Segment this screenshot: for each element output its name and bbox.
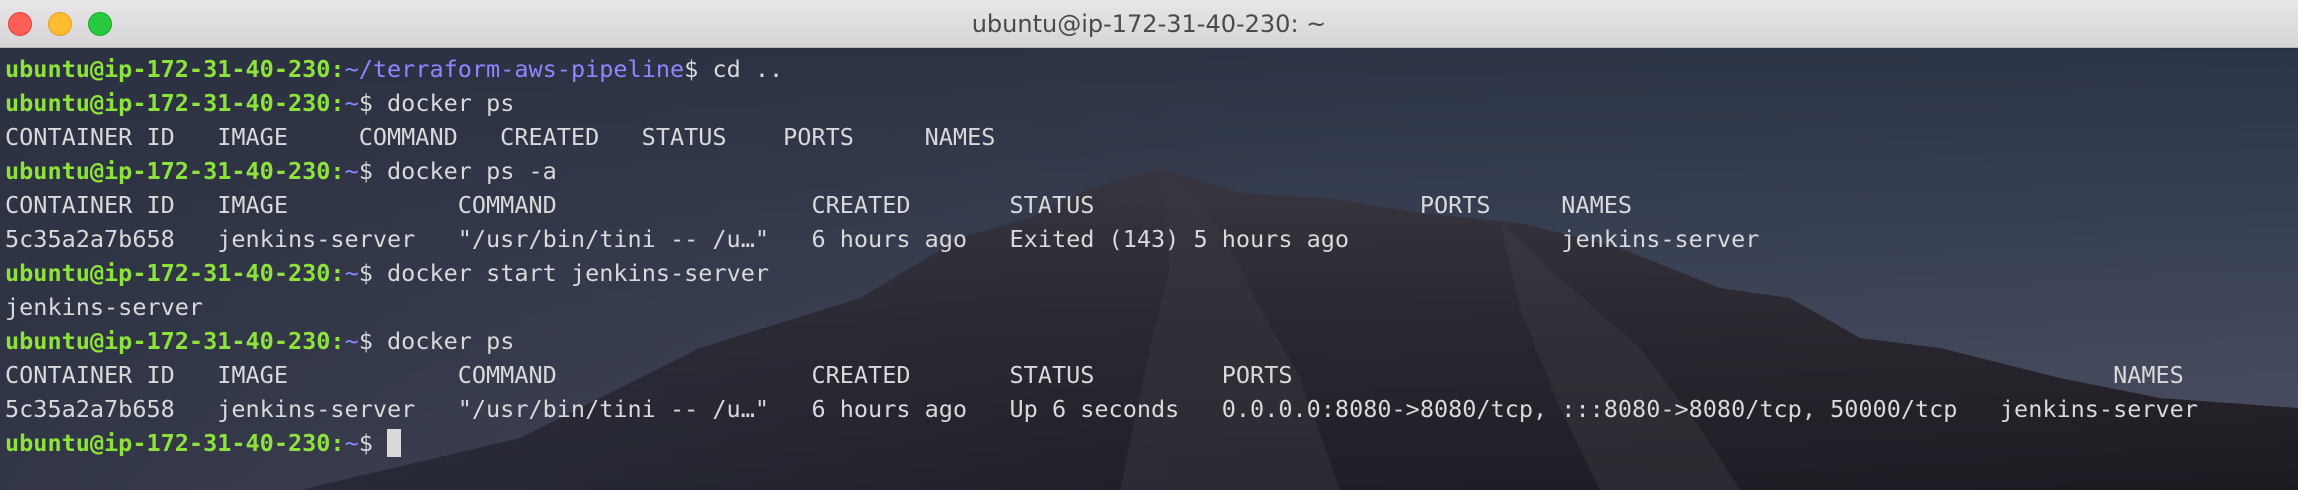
prompt-line: ubuntu@ip-172-31-40-230:~$ docker ps -a [5, 154, 2198, 188]
output-text: CONTAINER ID IMAGE COMMAND CREATED STATU… [5, 361, 2184, 389]
prompt-line: ubuntu@ip-172-31-40-230:~$ [5, 426, 2198, 460]
prompt-symbol: $ [358, 429, 388, 457]
command-text: docker ps [387, 89, 515, 117]
prompt-line: ubuntu@ip-172-31-40-230:~$ docker ps [5, 86, 2198, 120]
prompt-separator: : [330, 327, 345, 355]
command-text: docker start jenkins-server [387, 259, 770, 287]
prompt-line: ubuntu@ip-172-31-40-230:~$ docker start … [5, 256, 2198, 290]
output-line: CONTAINER ID IMAGE COMMAND CREATED STATU… [5, 120, 2198, 154]
command-text: docker ps -a [387, 157, 557, 185]
output-line: jenkins-server [5, 290, 2198, 324]
prompt-user: ubuntu@ip-172-31-40-230 [5, 429, 331, 457]
prompt-path: ~ [344, 89, 359, 117]
window-title: ubuntu@ip-172-31-40-230: ~ [971, 10, 1327, 38]
prompt-user: ubuntu@ip-172-31-40-230 [5, 55, 331, 83]
prompt-symbol: $ [358, 89, 388, 117]
command-text: cd .. [712, 55, 784, 83]
output-text: 5c35a2a7b658 jenkins-server "/usr/bin/ti… [5, 225, 1760, 253]
terminal-window: ubuntu@ip-172-31-40-230: ~ ubuntu@ip-172… [0, 0, 2298, 490]
prompt-path: ~ [344, 429, 359, 457]
output-text: 5c35a2a7b658 jenkins-server "/usr/bin/ti… [5, 395, 2198, 423]
prompt-user: ubuntu@ip-172-31-40-230 [5, 157, 331, 185]
output-text: CONTAINER ID IMAGE COMMAND CREATED STATU… [5, 191, 1633, 219]
output-line: 5c35a2a7b658 jenkins-server "/usr/bin/ti… [5, 392, 2198, 426]
prompt-user: ubuntu@ip-172-31-40-230 [5, 259, 331, 287]
output-line: CONTAINER ID IMAGE COMMAND CREATED STATU… [5, 358, 2198, 392]
output-text: jenkins-server [5, 293, 204, 321]
command-text: docker ps [387, 327, 515, 355]
prompt-user: ubuntu@ip-172-31-40-230 [5, 327, 331, 355]
prompt-separator: : [330, 55, 345, 83]
output-line: CONTAINER ID IMAGE COMMAND CREATED STATU… [5, 188, 2198, 222]
prompt-line: ubuntu@ip-172-31-40-230:~$ docker ps [5, 324, 2198, 358]
prompt-separator: : [330, 259, 345, 287]
prompt-line: ubuntu@ip-172-31-40-230:~/terraform-aws-… [5, 52, 2198, 86]
prompt-separator: : [330, 89, 345, 117]
output-text: CONTAINER ID IMAGE COMMAND CREATED STATU… [5, 123, 996, 151]
terminal-cursor[interactable] [387, 429, 402, 457]
prompt-symbol: $ [358, 327, 388, 355]
prompt-separator: : [330, 157, 345, 185]
prompt-symbol: $ [358, 157, 388, 185]
terminal-output[interactable]: ubuntu@ip-172-31-40-230:~/terraform-aws-… [5, 52, 2198, 460]
prompt-user: ubuntu@ip-172-31-40-230 [5, 89, 331, 117]
prompt-path: ~/terraform-aws-pipeline [344, 55, 685, 83]
prompt-path: ~ [344, 327, 359, 355]
title-bar[interactable]: ubuntu@ip-172-31-40-230: ~ [0, 0, 2298, 48]
prompt-symbol: $ [358, 259, 388, 287]
prompt-path: ~ [344, 157, 359, 185]
output-line: 5c35a2a7b658 jenkins-server "/usr/bin/ti… [5, 222, 2198, 256]
prompt-symbol: $ [684, 55, 713, 83]
prompt-path: ~ [344, 259, 359, 287]
prompt-separator: : [330, 429, 345, 457]
